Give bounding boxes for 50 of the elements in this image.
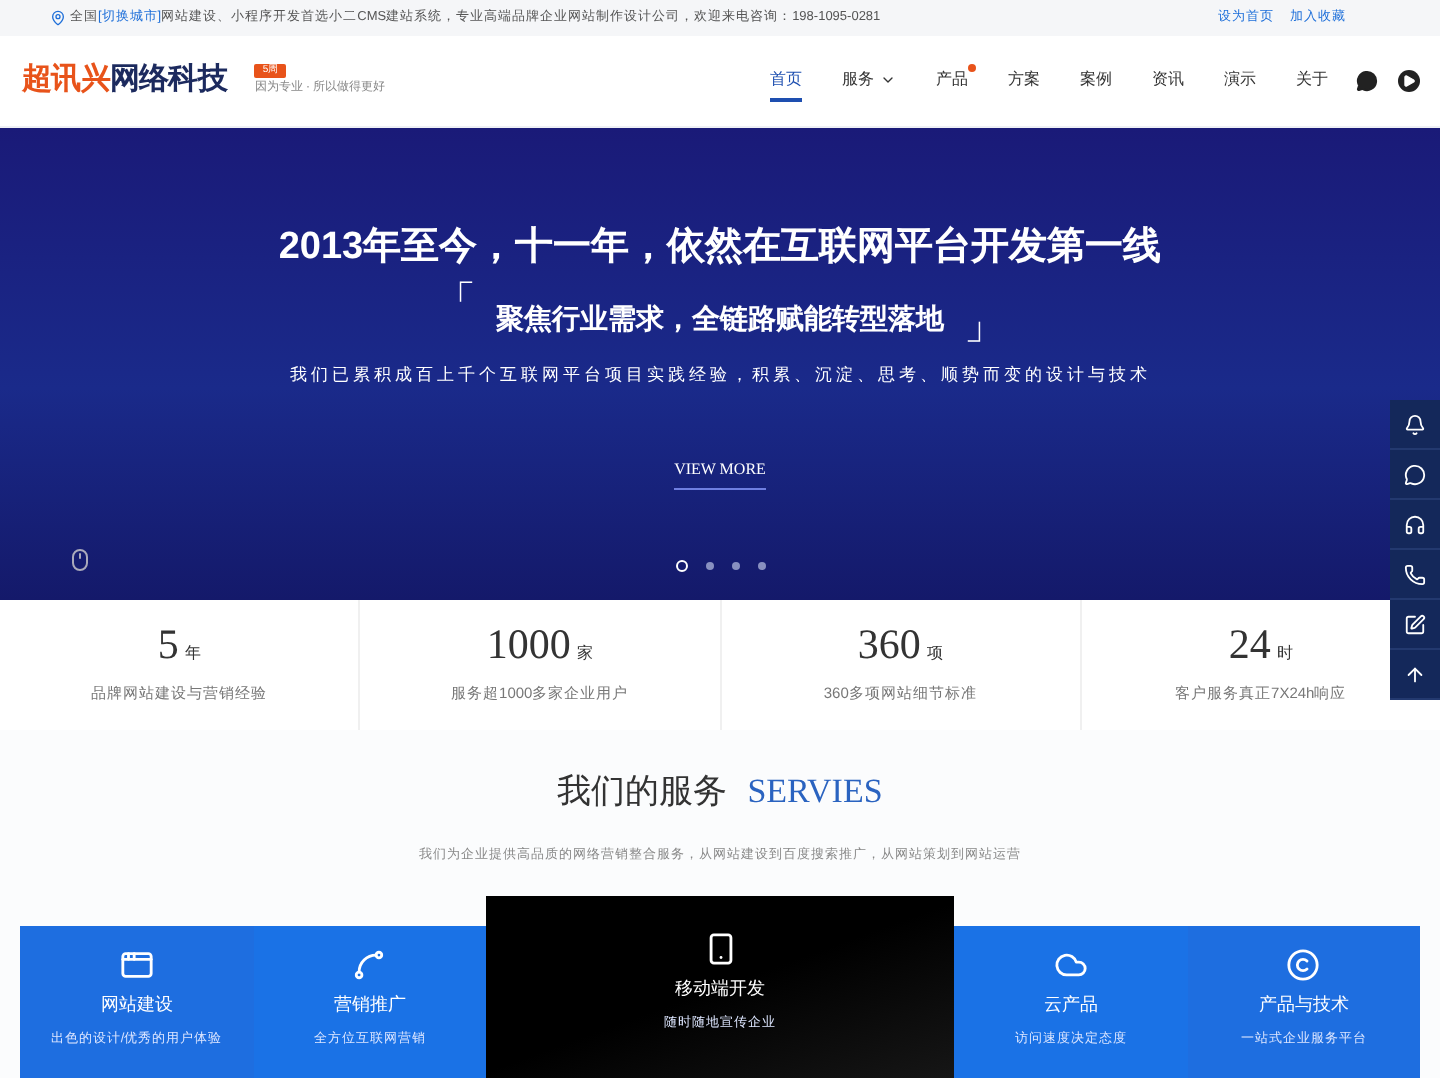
view-more-button[interactable]: VIEW MORE	[674, 458, 766, 491]
arrow-up-button[interactable]	[1390, 650, 1440, 700]
hero-title: 2013年至今，十一年，依然在互联网平台开发第一线	[278, 223, 1162, 272]
service-title: 云产品	[1043, 992, 1098, 1018]
nav-item[interactable]: 方案	[1008, 61, 1040, 101]
hero-subtitle: 我们已累积成百上千个互联网平台项目实践经验，积累、沉淀、思考、顺势而变的设计与技术	[289, 361, 1151, 387]
service-icon	[119, 948, 154, 982]
service-icon	[1053, 948, 1088, 982]
mouse-icon	[68, 544, 92, 576]
location-pin-icon	[50, 10, 66, 26]
stat-unit: 时	[1276, 642, 1293, 667]
stat-value: 1000	[486, 624, 571, 667]
stat-unit: 项	[926, 642, 943, 667]
headset-button[interactable]	[1390, 500, 1440, 550]
section-title: 我们的服务	[557, 770, 728, 814]
play-icon[interactable]	[1398, 70, 1420, 92]
nav-item[interactable]: 资讯	[1152, 61, 1184, 101]
headset-icon	[1404, 513, 1426, 535]
bell-button[interactable]	[1390, 400, 1440, 450]
phone-button[interactable]	[1390, 550, 1440, 600]
service-icon	[352, 948, 387, 982]
nav-item[interactable]: 服务	[842, 61, 896, 101]
nav-item[interactable]: 案例	[1080, 61, 1112, 101]
stat-unit: 家	[576, 642, 593, 667]
nav-item[interactable]: 产品	[936, 61, 968, 101]
service-title: 产品与技术	[1258, 992, 1349, 1018]
nav-item[interactable]: 演示	[1224, 61, 1256, 101]
service-title: 网站建设	[100, 992, 173, 1018]
chat-icon	[1404, 463, 1426, 485]
section-title-english: SERVIES	[747, 770, 883, 814]
service-icon	[1286, 948, 1321, 982]
chat-button[interactable]	[1390, 450, 1440, 500]
nav-item[interactable]: 首页	[770, 61, 802, 101]
edit-icon	[1404, 613, 1426, 635]
stat-value: 5	[157, 624, 179, 667]
arrow-up-icon	[1404, 663, 1426, 685]
edit-button[interactable]	[1390, 600, 1440, 650]
bell-icon	[1404, 413, 1426, 435]
logo[interactable]: 超讯兴网络科技	[22, 58, 227, 104]
service-title: 移动端开发	[675, 976, 765, 1002]
phone-icon	[1404, 563, 1426, 585]
service-title: 营销推广	[333, 992, 406, 1018]
stat-value: 24	[1228, 624, 1271, 667]
stat-unit: 年	[184, 642, 201, 667]
quote-mark: 「	[436, 281, 476, 321]
hero-tagline: 聚焦行业需求，全链路赋能转型落地	[496, 299, 944, 337]
quote-mark: 」	[964, 305, 1004, 345]
stat-value: 360	[857, 624, 921, 667]
chat-icon[interactable]	[1356, 70, 1378, 92]
nav-item[interactable]: 关于	[1296, 61, 1328, 101]
